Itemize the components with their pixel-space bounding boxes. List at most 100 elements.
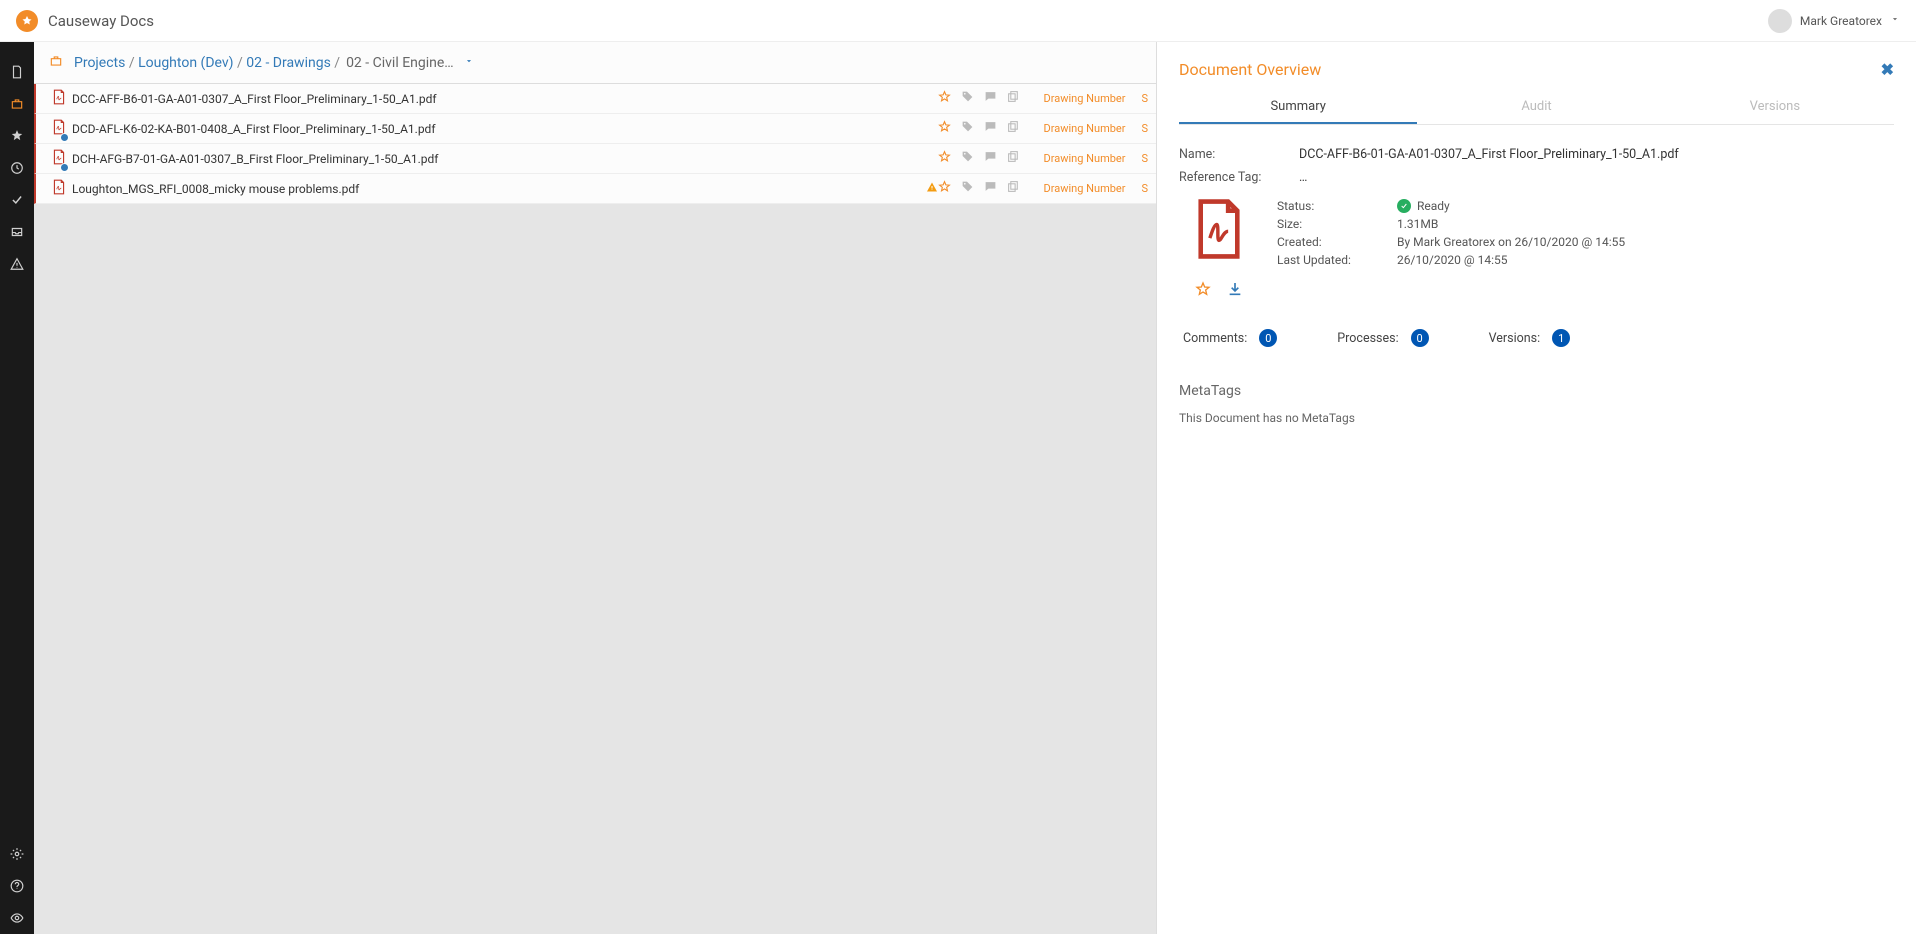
comment-icon[interactable] [984, 180, 997, 197]
tab-versions[interactable]: Versions [1656, 91, 1894, 124]
breadcrumb-link[interactable]: Projects [74, 55, 125, 71]
versions-count-label: Versions: [1489, 331, 1541, 346]
drawing-number-link[interactable]: Drawing Number [1044, 152, 1126, 165]
briefcase-icon [48, 54, 64, 72]
nav-star-icon[interactable] [0, 120, 34, 152]
row-truncated-link[interactable]: S [1141, 122, 1148, 135]
processes-count-label: Processes: [1337, 331, 1398, 346]
breadcrumb-caret-icon[interactable] [464, 55, 474, 70]
star-icon[interactable] [938, 150, 951, 167]
status-label: Status: [1277, 199, 1397, 213]
user-name-label: Mark Greatorex [1800, 14, 1882, 28]
comment-icon[interactable] [984, 120, 997, 137]
row-actions [938, 150, 1020, 167]
nav-settings-icon[interactable] [0, 838, 34, 870]
tag-icon[interactable] [961, 120, 974, 137]
comment-icon[interactable] [984, 150, 997, 167]
size-value: 1.31MB [1397, 217, 1894, 231]
nav-inbox-icon[interactable] [0, 216, 34, 248]
row-truncated-link[interactable]: S [1141, 152, 1148, 165]
processes-count-badge[interactable]: 0 [1411, 329, 1429, 347]
file-row[interactable]: DCC-AFF-B6-01-GA-A01-0307_A_First Floor_… [34, 84, 1156, 114]
row-actions [938, 90, 1020, 107]
nav-clock-icon[interactable] [0, 152, 34, 184]
created-label: Created: [1277, 235, 1397, 249]
nav-warning-icon[interactable] [0, 248, 34, 280]
star-icon[interactable] [938, 90, 951, 107]
comments-count-label: Comments: [1183, 331, 1247, 346]
nav-eye-icon[interactable] [0, 902, 34, 934]
app-title: Causeway Docs [48, 12, 154, 30]
file-name: DCH-AFG-B7-01-GA-A01-0307_B_First Floor_… [72, 152, 938, 166]
drawing-number-link[interactable]: Drawing Number [1044, 122, 1126, 135]
nav-check-icon[interactable] [0, 184, 34, 216]
file-name: DCD-AFL-K6-02-KA-B01-0408_A_First Floor_… [72, 122, 938, 136]
tag-icon[interactable] [961, 180, 974, 197]
row-truncated-link[interactable]: S [1141, 92, 1148, 105]
detail-title: Document Overview [1179, 60, 1321, 79]
detail-panel: Document Overview ✖ Summary Audit Versio… [1156, 42, 1916, 934]
star-icon[interactable] [938, 180, 951, 197]
name-value: DCC-AFF-B6-01-GA-A01-0307_A_First Floor_… [1299, 147, 1894, 162]
top-header: Causeway Docs Mark Greatorex [0, 0, 1916, 42]
tag-icon[interactable] [961, 150, 974, 167]
nav-briefcase-icon[interactable] [0, 88, 34, 120]
breadcrumb-separator: / [234, 55, 247, 71]
file-list-panel: Projects / Loughton (Dev) / 02 - Drawing… [34, 42, 1156, 934]
copy-icon[interactable] [1007, 120, 1020, 137]
file-row[interactable]: Loughton_MGS_RFI_0008_micky mouse proble… [34, 174, 1156, 204]
name-label: Name: [1179, 147, 1299, 162]
sync-badge-icon [60, 163, 69, 172]
drawing-number-link[interactable]: Drawing Number [1044, 182, 1126, 195]
reference-tag-value: … [1299, 170, 1894, 185]
breadcrumb-separator: / [125, 55, 138, 71]
user-menu[interactable]: Mark Greatorex [1768, 9, 1900, 33]
row-actions [938, 120, 1020, 137]
reference-tag-label: Reference Tag: [1179, 170, 1299, 185]
versions-count-badge[interactable]: 1 [1552, 329, 1570, 347]
nav-help-icon[interactable] [0, 870, 34, 902]
favorite-button[interactable] [1195, 281, 1211, 301]
size-label: Size: [1277, 217, 1397, 231]
detail-tabs: Summary Audit Versions [1179, 91, 1894, 125]
star-icon[interactable] [938, 120, 951, 137]
warning-icon [926, 181, 938, 197]
file-name: DCC-AFF-B6-01-GA-A01-0307_A_First Floor_… [72, 92, 938, 106]
nav-documents-icon[interactable] [0, 56, 34, 88]
comment-icon[interactable] [984, 90, 997, 107]
created-value: By Mark Greatorex on 26/10/2020 @ 14:55 [1397, 235, 1894, 249]
chevron-down-icon [1890, 13, 1900, 28]
copy-icon[interactable] [1007, 90, 1020, 107]
status-ready-icon [1397, 199, 1411, 213]
file-row[interactable]: DCD-AFL-K6-02-KA-B01-0408_A_First Floor_… [34, 114, 1156, 144]
metatags-empty-text: This Document has no MetaTags [1179, 411, 1894, 425]
row-truncated-link[interactable]: S [1141, 182, 1148, 195]
tag-icon[interactable] [961, 90, 974, 107]
file-list: DCC-AFF-B6-01-GA-A01-0307_A_First Floor_… [34, 84, 1156, 934]
tab-summary[interactable]: Summary [1179, 91, 1417, 124]
app-logo [16, 10, 38, 32]
pdf-icon [52, 119, 66, 139]
pdf-large-icon [1191, 197, 1247, 265]
user-avatar [1768, 9, 1792, 33]
pdf-icon [52, 149, 66, 169]
breadcrumb-current[interactable]: 02 - Civil Engine… [346, 55, 454, 71]
download-button[interactable] [1227, 281, 1243, 301]
file-row[interactable]: DCH-AFG-B7-01-GA-A01-0307_B_First Floor_… [34, 144, 1156, 174]
row-actions [938, 180, 1020, 197]
breadcrumb-bar: Projects / Loughton (Dev) / 02 - Drawing… [34, 42, 1156, 84]
breadcrumb-link[interactable]: 02 - Drawings [246, 55, 331, 71]
pdf-icon [52, 89, 66, 109]
file-name: Loughton_MGS_RFI_0008_micky mouse proble… [72, 182, 922, 196]
tab-audit[interactable]: Audit [1417, 91, 1655, 124]
comments-count-badge[interactable]: 0 [1259, 329, 1277, 347]
pdf-icon [52, 179, 66, 199]
close-icon[interactable]: ✖ [1881, 60, 1894, 79]
drawing-number-link[interactable]: Drawing Number [1044, 92, 1126, 105]
left-sidebar [0, 42, 34, 934]
updated-label: Last Updated: [1277, 253, 1397, 267]
copy-icon[interactable] [1007, 180, 1020, 197]
breadcrumb-link[interactable]: Loughton (Dev) [138, 55, 233, 71]
sync-badge-icon [60, 133, 69, 142]
copy-icon[interactable] [1007, 150, 1020, 167]
